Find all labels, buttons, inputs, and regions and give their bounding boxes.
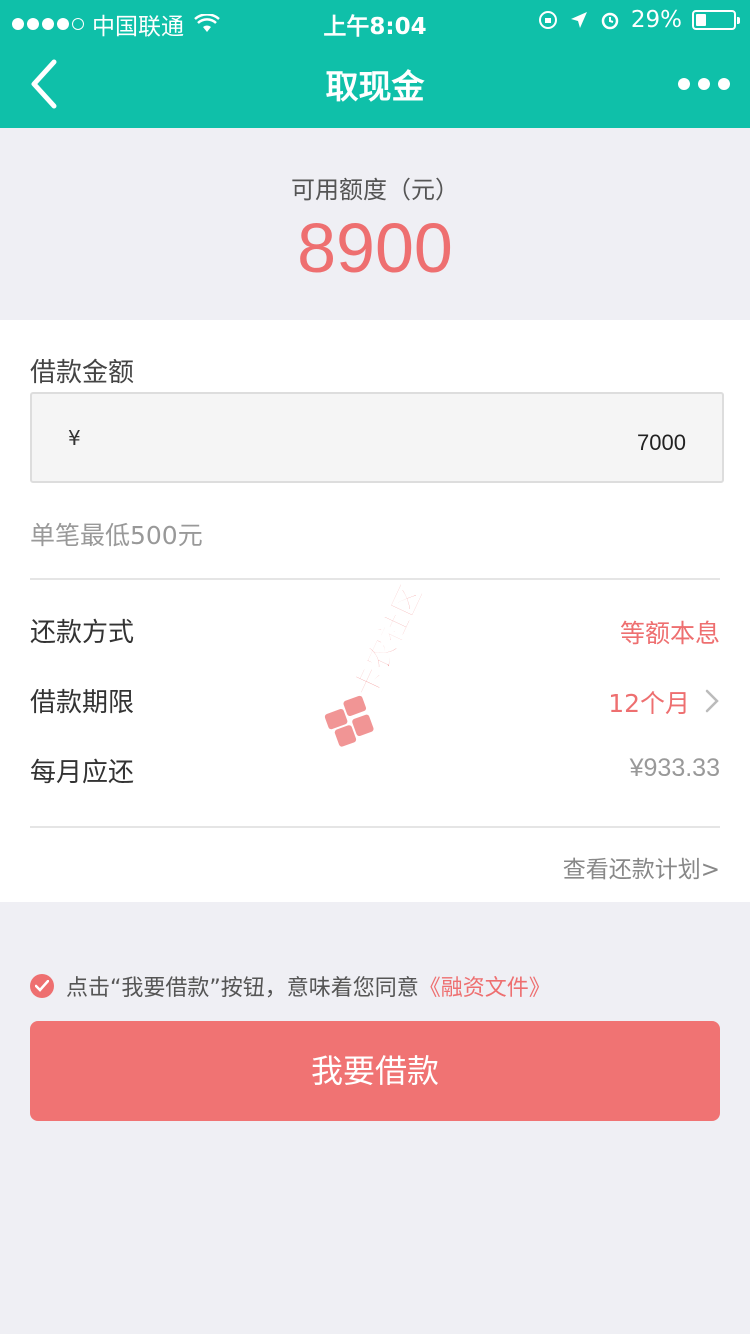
- repayment-plan-link[interactable]: 查看还款计划>: [563, 850, 720, 884]
- monthly-payment-value: ¥933.33: [629, 754, 720, 782]
- loan-amount-value: 7000: [637, 430, 686, 455]
- agreement-text: 点击“我要借款”按钮，意味着您同意: [66, 976, 419, 1001]
- alarm-icon: [601, 12, 619, 30]
- more-dot: [698, 78, 710, 90]
- rotation-lock-icon: [538, 11, 557, 29]
- credit-value: 8900: [297, 209, 453, 287]
- repay-method-value[interactable]: 等额本息: [620, 614, 720, 650]
- watermark-logo-icon: 卡农社区: [324, 580, 430, 747]
- agree-checkbox[interactable]: [30, 974, 54, 998]
- divider: [30, 826, 720, 828]
- page-title: 取现金: [325, 67, 425, 106]
- more-dot: [718, 78, 730, 90]
- agreement-row: 点击“我要借款”按钮，意味着您同意 《融资文件》: [30, 970, 551, 1002]
- loan-term-label: 借款期限: [30, 688, 135, 718]
- credit-label: 可用额度（元）: [291, 176, 459, 204]
- more-dot: [678, 78, 690, 90]
- status-bar: 中国联通 上午8:04 29%: [0, 0, 750, 40]
- repay-method-label: 还款方式: [30, 618, 135, 648]
- check-icon: [35, 980, 49, 992]
- header-bar: 中国联通 上午8:04 29% 取现金: [0, 0, 750, 128]
- loan-amount-input[interactable]: ¥ 7000: [30, 392, 724, 483]
- battery-icon: [692, 10, 740, 30]
- chevron-right-icon[interactable]: [704, 688, 720, 714]
- location-icon: [570, 12, 587, 28]
- loan-term-value[interactable]: 12个月: [608, 684, 690, 720]
- borrow-button[interactable]: 我要借款: [30, 1021, 720, 1121]
- min-amount-note: 单笔最低500元: [30, 521, 203, 550]
- more-button[interactable]: [678, 72, 732, 96]
- currency-symbol: ¥: [68, 426, 81, 450]
- battery-percent: 29%: [630, 7, 682, 33]
- watermark-text: 卡农社区: [348, 580, 430, 703]
- monthly-payment-label: 每月应还: [30, 758, 135, 788]
- status-right: 29%: [537, 7, 740, 33]
- financing-docs-link[interactable]: 《融资文件》: [419, 970, 551, 1002]
- loan-amount-label: 借款金额: [30, 358, 135, 388]
